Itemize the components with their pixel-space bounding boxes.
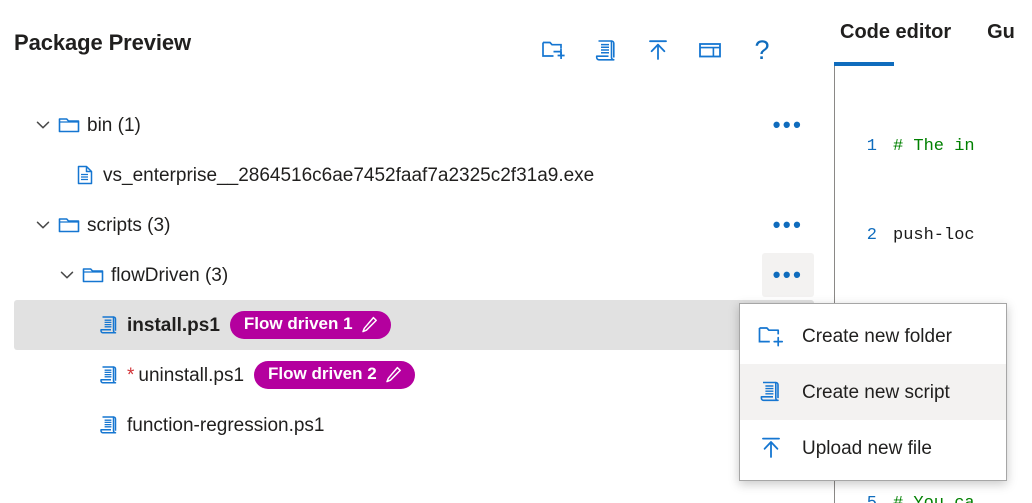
new-folder-icon: [756, 322, 786, 350]
code-line: 5# You ca: [835, 489, 1032, 503]
pencil-icon[interactable]: [384, 365, 403, 384]
menu-item-label: Upload new file: [802, 437, 932, 459]
tree-row-label: uninstall.ps1: [138, 364, 245, 386]
code-line: 1 # The in: [835, 132, 1032, 162]
tree-row-vs-enterprise-exe[interactable]: vs_enterprise__2864516c6ae7452faaf7a2325…: [14, 150, 814, 200]
flow-driven-badge[interactable]: Flow driven 1: [229, 311, 391, 339]
tree-row-flowdriven[interactable]: flowDriven (3) •••: [14, 250, 814, 300]
tree-row-content: scripts (3): [30, 200, 814, 250]
new-script-icon: [756, 378, 786, 406]
help-button[interactable]: ?: [748, 36, 776, 64]
toolbar: ?: [540, 30, 776, 70]
tree-row-uninstall-ps1[interactable]: * uninstall.ps1 Flow driven 2: [14, 350, 814, 400]
folder-icon: [56, 113, 82, 137]
script-icon: [96, 363, 122, 387]
toggle-panel-button[interactable]: [696, 36, 724, 64]
line-number: 5: [835, 489, 893, 503]
line-number: 2: [866, 225, 877, 245]
tree-row-content: * uninstall.ps1 Flow driven 2: [96, 350, 814, 400]
tree-row-content: vs_enterprise__2864516c6ae7452faaf7a2325…: [72, 150, 814, 200]
tab-code-editor[interactable]: Code editor: [840, 22, 951, 42]
code-line: 2 push-loc: [835, 221, 1032, 251]
tree-row-content: function-regression.ps1: [96, 400, 814, 450]
create-new-folder-button[interactable]: [540, 36, 568, 64]
chevron-down-icon[interactable]: [30, 212, 56, 238]
menu-item-create-new-folder[interactable]: Create new folder: [740, 308, 1006, 364]
code-text: # You ca: [893, 489, 975, 503]
tree-row-function-regression-ps1[interactable]: function-regression.ps1: [14, 400, 814, 450]
menu-item-label: Create new script: [802, 381, 950, 403]
script-icon: [96, 413, 122, 437]
tree-row-label: scripts (3): [87, 214, 171, 236]
folder-icon: [80, 263, 106, 287]
tree-row-scripts[interactable]: scripts (3) •••: [14, 200, 814, 250]
context-menu: Create new folder Create new script Uplo…: [739, 303, 1007, 481]
row-more-button[interactable]: •••: [762, 253, 814, 297]
tree-row-label: install.ps1: [127, 314, 220, 336]
panel-layout-icon: [697, 37, 723, 63]
code-text: # The in: [893, 136, 975, 156]
chevron-down-icon[interactable]: [30, 112, 56, 138]
pencil-icon[interactable]: [360, 315, 379, 334]
code-text: push-loc: [893, 225, 975, 245]
package-preview-panel: Package Preview ? bin (1) ••• vs_enterpr…: [0, 0, 828, 503]
chevron-down-icon[interactable]: [54, 262, 80, 288]
new-script-icon: [593, 37, 619, 63]
menu-item-create-new-script[interactable]: Create new script: [740, 364, 1006, 420]
tree-row-label: function-regression.ps1: [127, 414, 325, 436]
package-preview-screen: Package Preview ? bin (1) ••• vs_enterpr…: [0, 0, 1032, 503]
tab-guided[interactable]: Gu: [987, 22, 1015, 42]
row-more-button[interactable]: •••: [762, 203, 814, 247]
tree-row-content: flowDriven (3): [54, 250, 814, 300]
badge-label: Flow driven 1: [243, 314, 353, 334]
script-icon: [96, 313, 122, 337]
file-tree: bin (1) ••• vs_enterprise__2864516c6ae74…: [0, 100, 828, 450]
tree-row-bin[interactable]: bin (1) •••: [14, 100, 814, 150]
create-new-script-button[interactable]: [592, 36, 620, 64]
tree-row-label: vs_enterprise__2864516c6ae7452faaf7a2325…: [103, 164, 595, 186]
flow-driven-badge[interactable]: Flow driven 2: [254, 361, 415, 389]
unsaved-marker: *: [127, 364, 135, 386]
new-folder-icon: [541, 37, 567, 63]
tree-row-label: flowDriven (3): [111, 264, 229, 286]
line-number: 1: [866, 136, 877, 156]
tree-row-content: install.ps1 Flow driven 1: [96, 300, 814, 350]
badge-label: Flow driven 2: [268, 364, 377, 384]
tree-row-content: bin (1): [30, 100, 814, 150]
upload-new-file-button[interactable]: [644, 36, 672, 64]
folder-icon: [56, 213, 82, 237]
editor-tab-list: Code editor Gu: [828, 22, 1015, 42]
menu-item-upload-new-file[interactable]: Upload new file: [740, 420, 1006, 476]
upload-file-icon: [756, 434, 786, 462]
tree-row-install-ps1[interactable]: install.ps1 Flow driven 1: [14, 300, 814, 350]
menu-item-label: Create new folder: [802, 325, 952, 347]
tree-row-label: bin (1): [87, 114, 141, 136]
help-icon: ?: [754, 34, 770, 65]
page-title: Package Preview: [14, 30, 192, 55]
row-more-button[interactable]: •••: [762, 103, 814, 147]
panel-header: Package Preview ?: [0, 30, 828, 78]
file-icon: [72, 163, 98, 187]
upload-file-icon: [645, 37, 671, 63]
